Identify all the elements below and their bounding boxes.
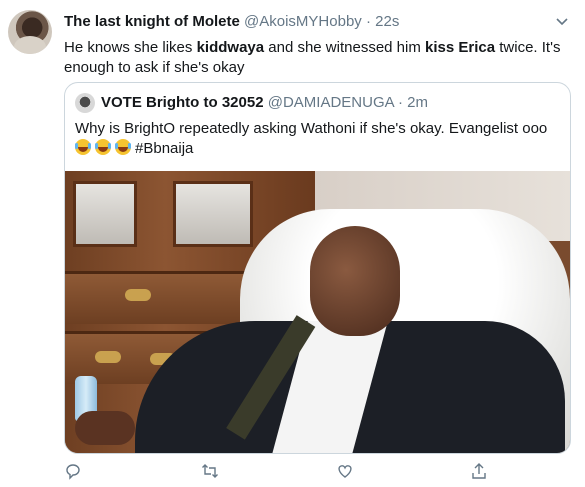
author-handle[interactable]: @AkoisMYHobby xyxy=(244,13,362,30)
quoted-photo[interactable] xyxy=(65,171,570,453)
quoted-text: Why is BrightO repeatedly asking Wathoni… xyxy=(75,119,563,159)
reply-icon[interactable] xyxy=(64,462,82,480)
photo-hand xyxy=(75,411,135,445)
quoted-timestamp: 2m xyxy=(407,94,428,111)
avatar[interactable] xyxy=(8,10,52,54)
timestamp[interactable]: 22s xyxy=(375,13,399,30)
tweet[interactable]: The last knight of Molete @AkoisMYHobby … xyxy=(0,0,585,487)
tears-of-joy-emoji-icon xyxy=(115,139,131,155)
chevron-down-icon[interactable] xyxy=(555,14,569,33)
tears-of-joy-emoji-icon xyxy=(95,139,111,155)
quoted-header: VOTE Brighto to 32052 @DAMIADENUGA · 2m xyxy=(101,94,428,111)
retweet-icon[interactable] xyxy=(201,462,219,480)
tweet-text-part: and she witnessed him xyxy=(264,39,426,56)
like-icon[interactable] xyxy=(336,462,354,480)
quoted-author-handle: @DAMIADENUGA xyxy=(267,94,394,111)
tweet-header: The last knight of Molete @AkoisMYHobby … xyxy=(64,13,399,30)
separator: · xyxy=(397,94,403,111)
tweet-text-bold: kiss Erica xyxy=(425,39,496,56)
quoted-text-body: Why is BrightO repeatedly asking Wathoni… xyxy=(75,120,548,137)
photo-head xyxy=(310,226,400,336)
tweet-text: He knows she likes kiddwaya and she witn… xyxy=(64,38,564,78)
quoted-author-name: VOTE Brighto to 32052 xyxy=(101,94,264,111)
action-bar xyxy=(64,462,534,482)
author-name[interactable]: The last knight of Molete xyxy=(64,13,240,30)
tweet-text-bold: kiddwaya xyxy=(196,39,265,56)
quoted-tweet[interactable]: VOTE Brighto to 32052 @DAMIADENUGA · 2m … xyxy=(64,82,571,454)
share-icon[interactable] xyxy=(470,462,488,480)
tears-of-joy-emoji-icon xyxy=(75,139,91,155)
quoted-avatar xyxy=(75,93,95,113)
hashtag-link[interactable]: #Bbnaija xyxy=(135,140,193,157)
tweet-text-part: He knows she likes xyxy=(64,39,197,56)
separator: · xyxy=(365,13,371,30)
